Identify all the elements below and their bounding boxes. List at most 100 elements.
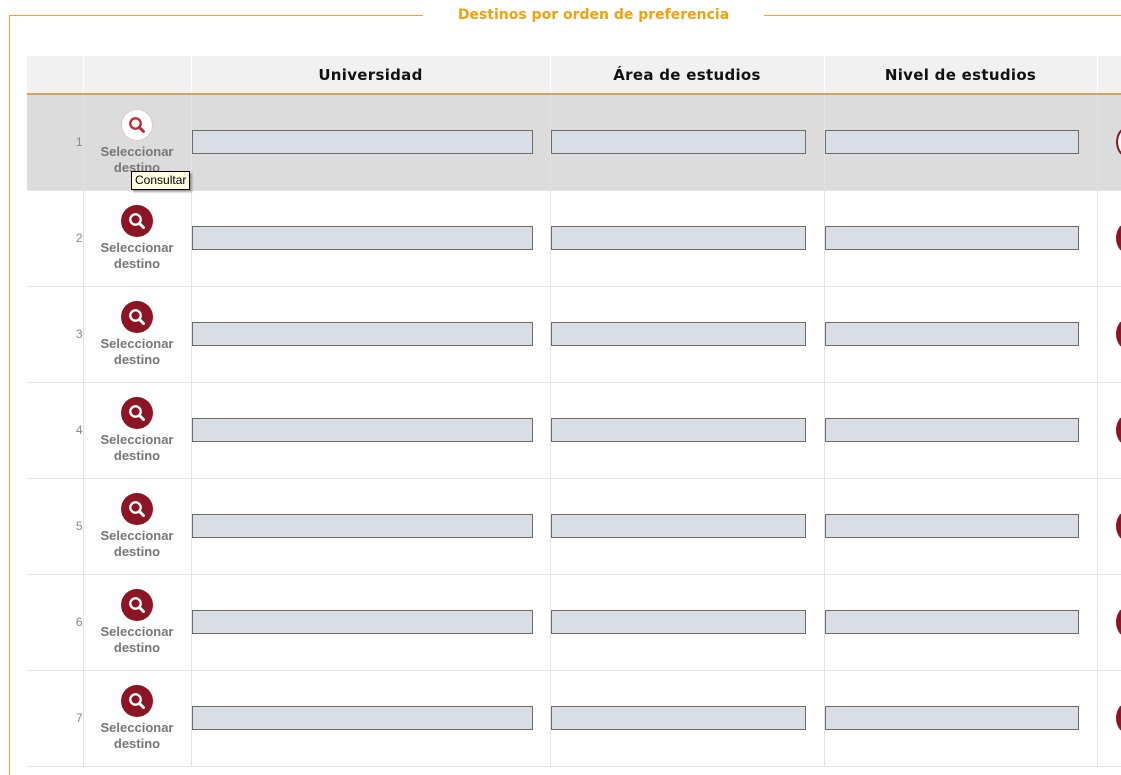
select-destination-label[interactable]: Seleccionar destino xyxy=(84,720,191,752)
universidad-cell xyxy=(191,94,550,190)
area-field[interactable] xyxy=(551,706,806,730)
fieldset-border-top xyxy=(764,15,1121,16)
universidad-cell xyxy=(191,286,550,382)
row-number: 5 xyxy=(27,478,83,574)
search-icon[interactable] xyxy=(121,685,153,717)
remove-icon[interactable] xyxy=(1116,510,1121,542)
nivel-field[interactable] xyxy=(825,610,1079,634)
area-field[interactable] xyxy=(551,610,806,634)
area-field[interactable] xyxy=(551,514,806,538)
nivel-cell xyxy=(824,190,1097,286)
area-cell xyxy=(550,670,824,766)
remove-icon[interactable] xyxy=(1116,222,1121,254)
area-cell xyxy=(550,190,824,286)
column-header-select xyxy=(83,56,191,94)
nivel-cell xyxy=(824,94,1097,190)
area-field[interactable] xyxy=(551,226,806,250)
action-cell xyxy=(1097,670,1121,766)
select-destination-button[interactable]: Seleccionar destino xyxy=(84,397,191,464)
select-destination-label[interactable]: Seleccionar destino xyxy=(84,336,191,368)
action-cell xyxy=(1097,190,1121,286)
area-cell xyxy=(550,382,824,478)
universidad-field[interactable] xyxy=(192,322,533,346)
universidad-field[interactable] xyxy=(192,610,533,634)
select-destination-label[interactable]: Seleccionar destino xyxy=(84,528,191,560)
column-header-nivel: Nivel de estudios xyxy=(824,56,1097,94)
column-header-universidad: Universidad xyxy=(191,56,550,94)
nivel-field[interactable] xyxy=(825,418,1079,442)
select-destination-label[interactable]: Seleccionar destino xyxy=(84,432,191,464)
area-field[interactable] xyxy=(551,130,806,154)
universidad-field[interactable] xyxy=(192,514,533,538)
row-number: 7 xyxy=(27,670,83,766)
action-cell xyxy=(1097,94,1121,190)
area-cell xyxy=(550,478,824,574)
universidad-cell xyxy=(191,574,550,670)
column-header-number xyxy=(27,56,83,94)
nivel-field[interactable] xyxy=(825,130,1079,154)
search-icon[interactable] xyxy=(121,205,153,237)
search-icon[interactable] xyxy=(121,589,153,621)
select-destination-button[interactable]: Seleccionar destino xyxy=(84,589,191,656)
nivel-field[interactable] xyxy=(825,514,1079,538)
search-icon[interactable] xyxy=(121,301,153,333)
row-number: 4 xyxy=(27,382,83,478)
select-cell: Seleccionar destino xyxy=(83,478,191,574)
nivel-cell xyxy=(824,670,1097,766)
select-destination-button[interactable]: Seleccionar destino xyxy=(84,685,191,752)
nivel-cell xyxy=(824,478,1097,574)
action-cell xyxy=(1097,286,1121,382)
fieldset-legend: Destinos por orden de preferencia xyxy=(423,5,764,25)
area-field[interactable] xyxy=(551,418,806,442)
destinations-table: Universidad Área de estudios Nivel de es… xyxy=(27,56,1121,767)
universidad-field[interactable] xyxy=(192,418,533,442)
action-cell xyxy=(1097,382,1121,478)
area-field[interactable] xyxy=(551,322,806,346)
universidad-cell xyxy=(191,382,550,478)
select-destination-button[interactable]: Seleccionar destino xyxy=(84,301,191,368)
column-header-actions xyxy=(1097,56,1121,94)
universidad-field[interactable] xyxy=(192,226,533,250)
table-row: 6 Seleccionar destino xyxy=(27,574,1121,670)
universidad-field[interactable] xyxy=(192,706,533,730)
action-cell xyxy=(1097,478,1121,574)
search-icon[interactable] xyxy=(121,109,153,141)
remove-icon[interactable] xyxy=(1116,318,1121,350)
universidad-cell xyxy=(191,190,550,286)
remove-icon[interactable] xyxy=(1116,702,1121,734)
universidad-cell xyxy=(191,478,550,574)
nivel-field[interactable] xyxy=(825,706,1079,730)
search-icon[interactable] xyxy=(121,493,153,525)
table-row: 1 Seleccionar destino xyxy=(27,94,1121,190)
nivel-cell xyxy=(824,382,1097,478)
remove-icon[interactable] xyxy=(1116,414,1121,446)
remove-icon[interactable] xyxy=(1116,606,1121,638)
nivel-cell xyxy=(824,574,1097,670)
select-cell: Seleccionar destino xyxy=(83,382,191,478)
select-destination-button[interactable]: Seleccionar destino xyxy=(84,109,191,176)
nivel-field[interactable] xyxy=(825,322,1079,346)
remove-icon[interactable] xyxy=(1116,126,1121,158)
row-number: 2 xyxy=(27,190,83,286)
universidad-field[interactable] xyxy=(192,130,533,154)
search-icon[interactable] xyxy=(121,397,153,429)
nivel-cell xyxy=(824,286,1097,382)
row-number: 6 xyxy=(27,574,83,670)
table-row: 4 Seleccionar destino xyxy=(27,382,1121,478)
table-row: 2 Seleccionar destino xyxy=(27,190,1121,286)
table-header-row: Universidad Área de estudios Nivel de es… xyxy=(27,56,1121,94)
universidad-cell xyxy=(191,670,550,766)
select-cell: Seleccionar destino xyxy=(83,286,191,382)
fieldset-border-left xyxy=(9,15,10,775)
nivel-field[interactable] xyxy=(825,226,1079,250)
area-cell xyxy=(550,94,824,190)
table-row: 7 Seleccionar destino xyxy=(27,670,1121,766)
select-destination-label[interactable]: Seleccionar destino xyxy=(84,624,191,656)
select-destination-button[interactable]: Seleccionar destino xyxy=(84,205,191,272)
select-destination-button[interactable]: Seleccionar destino xyxy=(84,493,191,560)
select-cell: Seleccionar destino xyxy=(83,190,191,286)
select-destination-label[interactable]: Seleccionar destino xyxy=(84,240,191,272)
table-row: 3 Seleccionar destino xyxy=(27,286,1121,382)
fieldset-border-top xyxy=(9,15,423,16)
area-cell xyxy=(550,574,824,670)
